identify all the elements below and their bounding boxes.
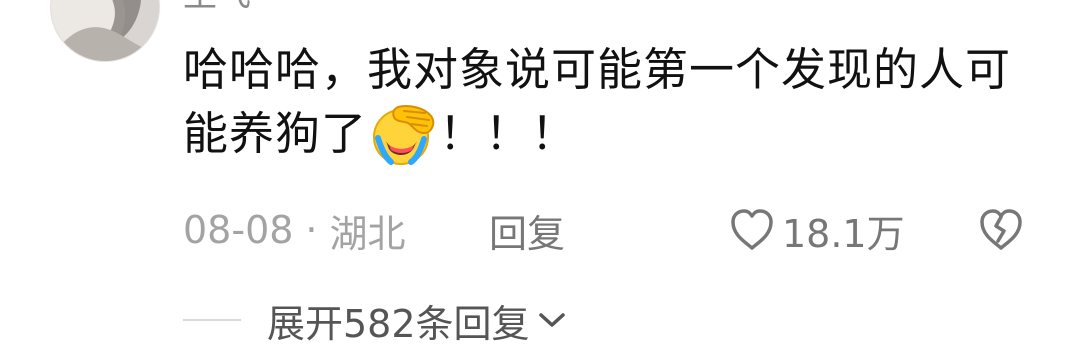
comment-text-main: 哈哈哈，我对象说可能第一个发现的人可能养狗了 [183,43,1012,160]
avatar[interactable] [50,0,160,62]
comment-text: 哈哈哈，我对象说可能第一个发现的人可能养狗了 ！！！ [183,38,1033,167]
expand-replies-button[interactable]: 展开582条回复 [267,293,568,348]
expand-replies-row: 展开582条回复 [183,293,568,348]
comment-text-exclamations: ！！！ [439,107,578,160]
username[interactable]: 王飞 [183,0,251,12]
dislike-button[interactable] [976,205,1026,255]
comment-meta: 08-08 · 湖北 [183,205,406,256]
comment-card: 王飞 哈哈哈，我对象说可能第一个发现的人可能养狗了 ！！！ 08-08 · 湖北… [0,0,1080,358]
like-count: 18.1万 [782,211,905,256]
comment-location: 湖北 [329,211,406,256]
chevron-down-icon [538,313,565,327]
expand-divider [183,319,241,321]
meta-separator: · [305,208,318,252]
expand-replies-label: 展开582条回复 [267,301,530,346]
like-button[interactable]: 18.1万 [728,205,905,256]
comment-date: 08-08 [183,208,294,252]
broken-heart-icon [980,209,1022,250]
reply-button[interactable]: 回复 [489,205,565,256]
face-palm-crying-laughing-emoji [373,105,435,165]
heart-outline-icon [731,209,773,250]
